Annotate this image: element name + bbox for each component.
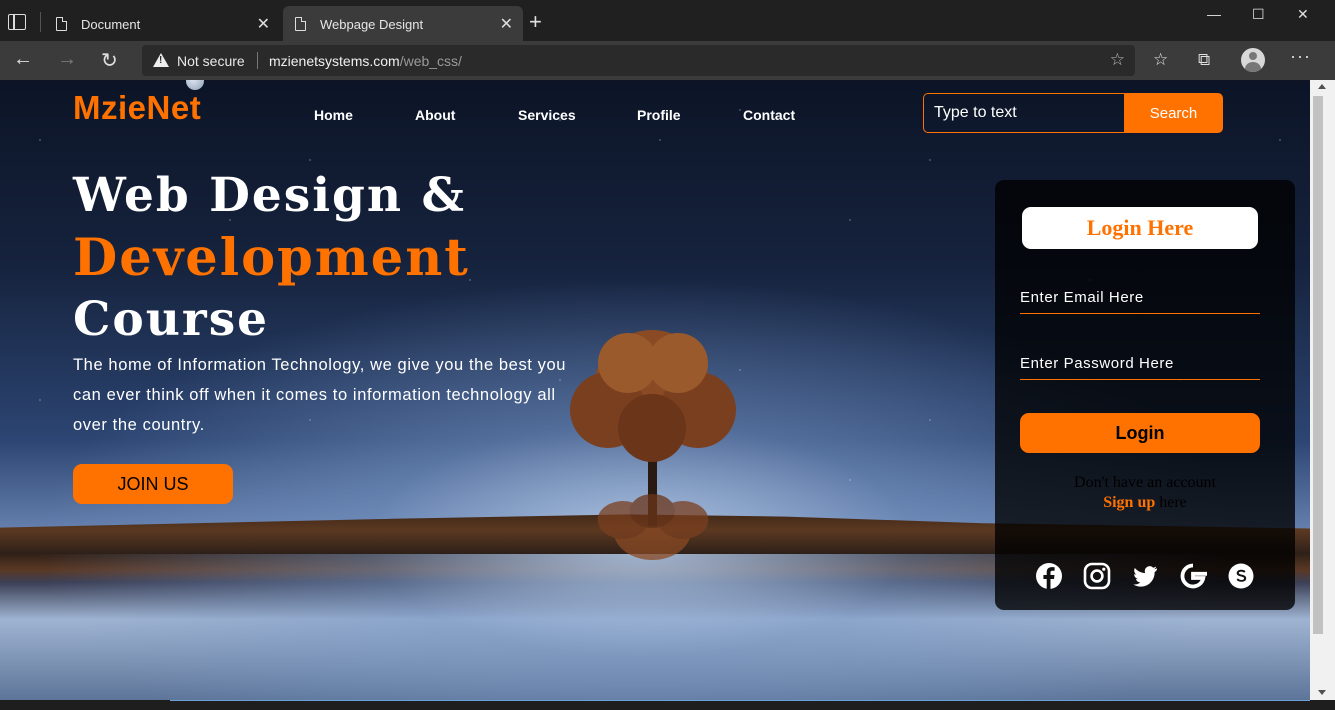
hero-title-line-3: Course — [73, 292, 270, 347]
scroll-up-icon[interactable] — [1318, 84, 1326, 89]
hero-title-line-1: Web Design & — [73, 168, 466, 223]
search-button[interactable]: Search — [1124, 93, 1223, 133]
divider — [40, 12, 41, 32]
nav-profile[interactable]: Profile — [637, 107, 681, 123]
google-icon[interactable] — [1179, 562, 1207, 590]
new-tab-button[interactable]: + — [529, 9, 542, 35]
join-us-button[interactable]: JOIN US — [73, 464, 233, 504]
login-title: Login Here — [1022, 207, 1258, 249]
close-icon[interactable]: ✕ — [257, 14, 270, 34]
social-icons — [1035, 562, 1259, 592]
settings-menu-icon[interactable]: ··· — [1290, 46, 1311, 67]
signup-suffix: here — [1155, 494, 1187, 511]
password-field[interactable] — [1020, 348, 1260, 380]
skype-icon[interactable] — [1227, 562, 1255, 590]
page-icon — [295, 16, 307, 31]
collections-icon[interactable]: ⧉ — [1198, 50, 1210, 70]
url-host: mzienetsystems.com — [269, 53, 400, 69]
scrollbar-thumb[interactable] — [1313, 96, 1323, 634]
minimize-button[interactable]: — — [1207, 6, 1221, 22]
tab-actions-icon[interactable] — [8, 14, 26, 30]
tree-reflection-image — [597, 462, 709, 560]
email-field[interactable] — [1020, 282, 1260, 314]
window-close-button[interactable]: ✕ — [1297, 6, 1309, 23]
signup-link[interactable]: Sign up — [1103, 494, 1155, 511]
login-card: Login Here Login Don't have an account S… — [995, 180, 1295, 610]
add-favorite-icon[interactable]: ☆ — [1110, 50, 1125, 70]
address-bar[interactable]: Not secure mzienetsystems.com/web_css/ ☆ — [142, 45, 1135, 76]
nav-home[interactable]: Home — [314, 107, 353, 123]
login-button[interactable]: Login — [1020, 413, 1260, 453]
url-text[interactable]: mzienetsystems.com/web_css/ — [269, 53, 462, 69]
page-viewport: MzieNet Home About Services Profile Cont… — [0, 80, 1310, 700]
tab-title: Document — [81, 17, 141, 32]
maximize-button[interactable]: ☐ — [1252, 6, 1265, 23]
favorites-icon[interactable]: ☆ — [1153, 50, 1168, 70]
page-icon — [56, 16, 68, 31]
search-input[interactable] — [923, 93, 1124, 133]
forward-button[interactable]: → — [57, 48, 77, 71]
url-path: /web_css/ — [399, 53, 462, 69]
divider — [170, 700, 1310, 701]
nav-contact[interactable]: Contact — [743, 107, 795, 123]
tab-document[interactable]: Document ✕ — [44, 6, 280, 41]
warning-icon — [153, 53, 169, 67]
close-icon[interactable]: ✕ — [500, 14, 513, 34]
signup-line: Sign up here — [995, 494, 1295, 512]
page-scrollbar[interactable] — [1310, 80, 1335, 700]
divider — [257, 52, 258, 69]
back-button[interactable]: ← — [13, 48, 33, 71]
refresh-button[interactable]: ↻ — [101, 48, 118, 73]
signup-prompt: Don't have an account — [1074, 474, 1216, 491]
profile-avatar[interactable] — [1241, 48, 1265, 72]
site-logo[interactable]: MzieNet — [73, 89, 201, 127]
twitter-icon[interactable] — [1131, 562, 1159, 590]
scroll-down-icon[interactable] — [1318, 690, 1326, 695]
hero-title-line-2: Development — [73, 228, 470, 288]
nav-about[interactable]: About — [415, 107, 455, 123]
security-label[interactable]: Not secure — [177, 53, 245, 69]
tab-webpage-designt[interactable]: Webpage Designt ✕ — [283, 6, 523, 41]
devtools-strip — [0, 700, 1335, 710]
instagram-icon[interactable] — [1083, 562, 1111, 590]
nav-services[interactable]: Services — [518, 107, 576, 123]
facebook-icon[interactable] — [1035, 562, 1063, 590]
tab-title: Webpage Designt — [320, 17, 424, 32]
hero-description: The home of Information Technology, we g… — [73, 356, 567, 434]
browser-tab-bar: Document ✕ Webpage Designt ✕ + — ☐ ✕ — [0, 0, 1335, 41]
browser-toolbar: ← → ↻ Not secure mzienetsystems.com/web_… — [0, 41, 1335, 80]
